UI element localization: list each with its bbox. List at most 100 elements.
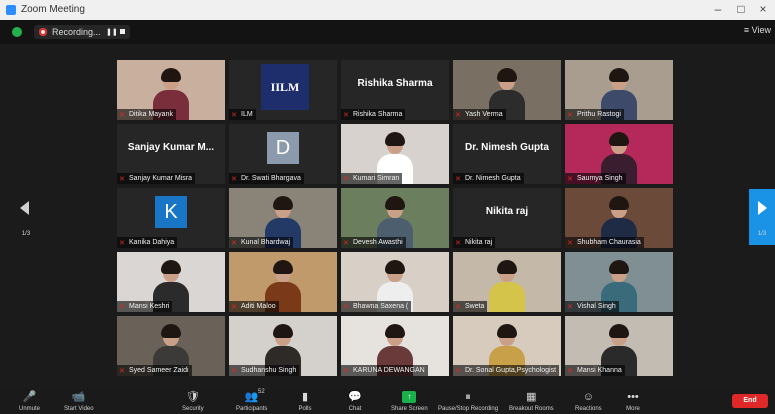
record-icon: ⏸ [465, 391, 471, 403]
muted-mic-icon: ✕ [343, 176, 349, 183]
muted-mic-icon: ✕ [455, 368, 461, 375]
muted-mic-icon: ✕ [231, 304, 237, 311]
participant-tile[interactable]: ✕ Kumari Simran [341, 124, 449, 184]
stop-recording-icon[interactable] [120, 29, 125, 34]
muted-mic-icon: ✕ [231, 176, 237, 183]
participant-name-label: ✕ Sweta [453, 301, 488, 312]
participant-name-label: ✕ Kumari Simran [341, 173, 403, 184]
participants-label: Participants [236, 406, 268, 412]
reactions-icon: ☺ [582, 391, 594, 403]
participant-name: Dr. Swati Bhargava [241, 175, 301, 182]
muted-mic-icon: ✕ [231, 112, 237, 119]
security-button[interactable]: 🛡 Security [182, 391, 204, 412]
participant-tile[interactable]: D ✕ Dr. Swati Bhargava [229, 124, 337, 184]
muted-mic-icon: ✕ [567, 176, 573, 183]
participant-name: Prithu Rastogi [577, 111, 621, 118]
participant-tile[interactable]: ✕ Sudhanshu Singh [229, 316, 337, 376]
reactions-button[interactable]: ☺ Reactions [575, 391, 602, 412]
window-title: Zoom Meeting [21, 4, 85, 15]
participant-name: Yash Verma [465, 111, 503, 118]
muted-mic-icon: ✕ [119, 304, 125, 311]
participant-name-label: ✕ Sudhanshu Singh [229, 365, 300, 376]
participant-name: KARUNA DEWANGAN [353, 367, 425, 374]
participant-name: Kumari Simran [353, 175, 400, 182]
participant-tile[interactable]: K ✕ Kanika Dahiya [117, 188, 225, 248]
end-meeting-button[interactable]: End [732, 394, 768, 408]
participant-name-label: ✕ Saumya Singh [565, 173, 626, 184]
participant-name-label: ✕ Kunal Bhardwaj [229, 237, 294, 248]
share-button[interactable]: ↑ Share Screen [391, 391, 428, 412]
participant-tile[interactable]: ✕ Devesh Awasthi [341, 188, 449, 248]
participant-name-label: ✕ Mansi Keshri [117, 301, 173, 312]
participant-name-label: ✕ Dr. Nimesh Gupta [453, 173, 524, 184]
participant-tile[interactable]: ✕ KARUNA DEWANGAN [341, 316, 449, 376]
close-button[interactable]: × [755, 2, 771, 16]
minimize-button[interactable]: – [710, 2, 726, 16]
participant-name-label: ✕ Mansi Khanna [565, 365, 625, 376]
muted-mic-icon: ✕ [343, 240, 349, 247]
participant-name: Syed Sameer Zaidi [129, 367, 189, 374]
participant-name-label: ✕ Shubham Chaurasia [565, 237, 644, 248]
muted-mic-icon: ✕ [343, 304, 349, 311]
recording-indicator: Recording... ❚❚ [34, 25, 130, 39]
more-button[interactable]: ••• More [626, 391, 640, 412]
muted-mic-icon: ✕ [567, 112, 573, 119]
muted-mic-icon: ✕ [455, 176, 461, 183]
encryption-shield-icon[interactable] [12, 27, 22, 37]
participant-tile[interactable]: Sanjay Kumar M... ✕ Sanjay Kumar Misra [117, 124, 225, 184]
participant-name: Sweta [465, 303, 485, 310]
participant-name: Mansi Keshri [129, 303, 170, 310]
polls-button[interactable]: ▮ Polls [298, 391, 312, 412]
participant-name: Saumya Singh [577, 175, 623, 182]
participant-tile[interactable]: IILM ✕ ILM [229, 60, 337, 120]
unmute-icon: 🎤 [22, 391, 37, 403]
participant-tile[interactable]: ✕ Syed Sameer Zaidi [117, 316, 225, 376]
participant-tile[interactable]: ✕ Vishal Singh [565, 252, 673, 312]
participant-name-label: ✕ Yash Verma [453, 109, 506, 120]
participant-name-label: ✕ Kanika Dahiya [117, 237, 178, 248]
view-button[interactable]: ≡ View [744, 25, 771, 35]
participant-tile[interactable]: ✕ Kunal Bhardwaj [229, 188, 337, 248]
participant-tile[interactable]: Dr. Nimesh Gupta ✕ Dr. Nimesh Gupta [453, 124, 561, 184]
muted-mic-icon: ✕ [455, 304, 461, 311]
participant-name: Rishika Sharma [353, 111, 403, 118]
chat-label: Chat [348, 406, 362, 412]
participant-tile[interactable]: ✕ Prithu Rastogi [565, 60, 673, 120]
more-label: More [626, 406, 640, 412]
muted-mic-icon: ✕ [343, 368, 349, 375]
participant-tile[interactable]: ✕ Bhawna Saxena ( [341, 252, 449, 312]
participant-tile[interactable]: ✕ Aditi Maloo [229, 252, 337, 312]
participant-name-label: ✕ Vishal Singh [565, 301, 619, 312]
video-button[interactable]: 📹 Start Video [64, 391, 94, 412]
chat-button[interactable]: 💬 Chat [348, 391, 362, 412]
unmute-button[interactable]: 🎤 Unmute [19, 391, 40, 412]
chevron-right-icon [758, 201, 767, 215]
participants-icon: 👥 [244, 391, 259, 403]
participant-tile[interactable]: ✕ Ditika Mayank [117, 60, 225, 120]
muted-mic-icon: ✕ [567, 368, 573, 375]
participant-name-label: ✕ ILM [229, 109, 256, 120]
participant-tile[interactable]: Nikita raj ✕ Nikita raj [453, 188, 561, 248]
participants-button[interactable]: 👥 52 Participants [236, 389, 268, 412]
share-icon: ↑ [402, 391, 417, 403]
previous-page-button[interactable]: 1/3 [14, 189, 38, 245]
participant-tile[interactable]: Rishika Sharma ✕ Rishika Sharma [341, 60, 449, 120]
page-indicator-left: 1/3 [21, 231, 31, 237]
pause-recording-icon[interactable]: ❚❚ [106, 28, 118, 36]
participant-tile[interactable]: ✕ Yash Verma [453, 60, 561, 120]
participant-tile[interactable]: ✕ Sweta [453, 252, 561, 312]
participant-name: Dr. Nimesh Gupta [465, 175, 521, 182]
breakout-button[interactable]: ▦ Breakout Rooms [509, 391, 554, 412]
window-titlebar: Zoom Meeting – □ × [0, 0, 775, 20]
participant-tile[interactable]: ✕ Mansi Khanna [565, 316, 673, 376]
participant-tile[interactable]: ✕ Saumya Singh [565, 124, 673, 184]
polls-icon: ▮ [301, 391, 309, 403]
participant-tile[interactable]: ✕ Shubham Chaurasia [565, 188, 673, 248]
participant-tile[interactable]: ✕ Dr. Sonal Gupta,Psychologist [453, 316, 561, 376]
next-page-button[interactable]: 1/3 [749, 189, 775, 245]
record-button[interactable]: ⏸ Pause/Stop Recording [438, 391, 498, 412]
participant-tile[interactable]: ✕ Mansi Keshri [117, 252, 225, 312]
participant-name-label: ✕ Syed Sameer Zaidi [117, 365, 192, 376]
maximize-button[interactable]: □ [733, 2, 749, 16]
participant-display-name: Rishika Sharma [357, 78, 433, 89]
